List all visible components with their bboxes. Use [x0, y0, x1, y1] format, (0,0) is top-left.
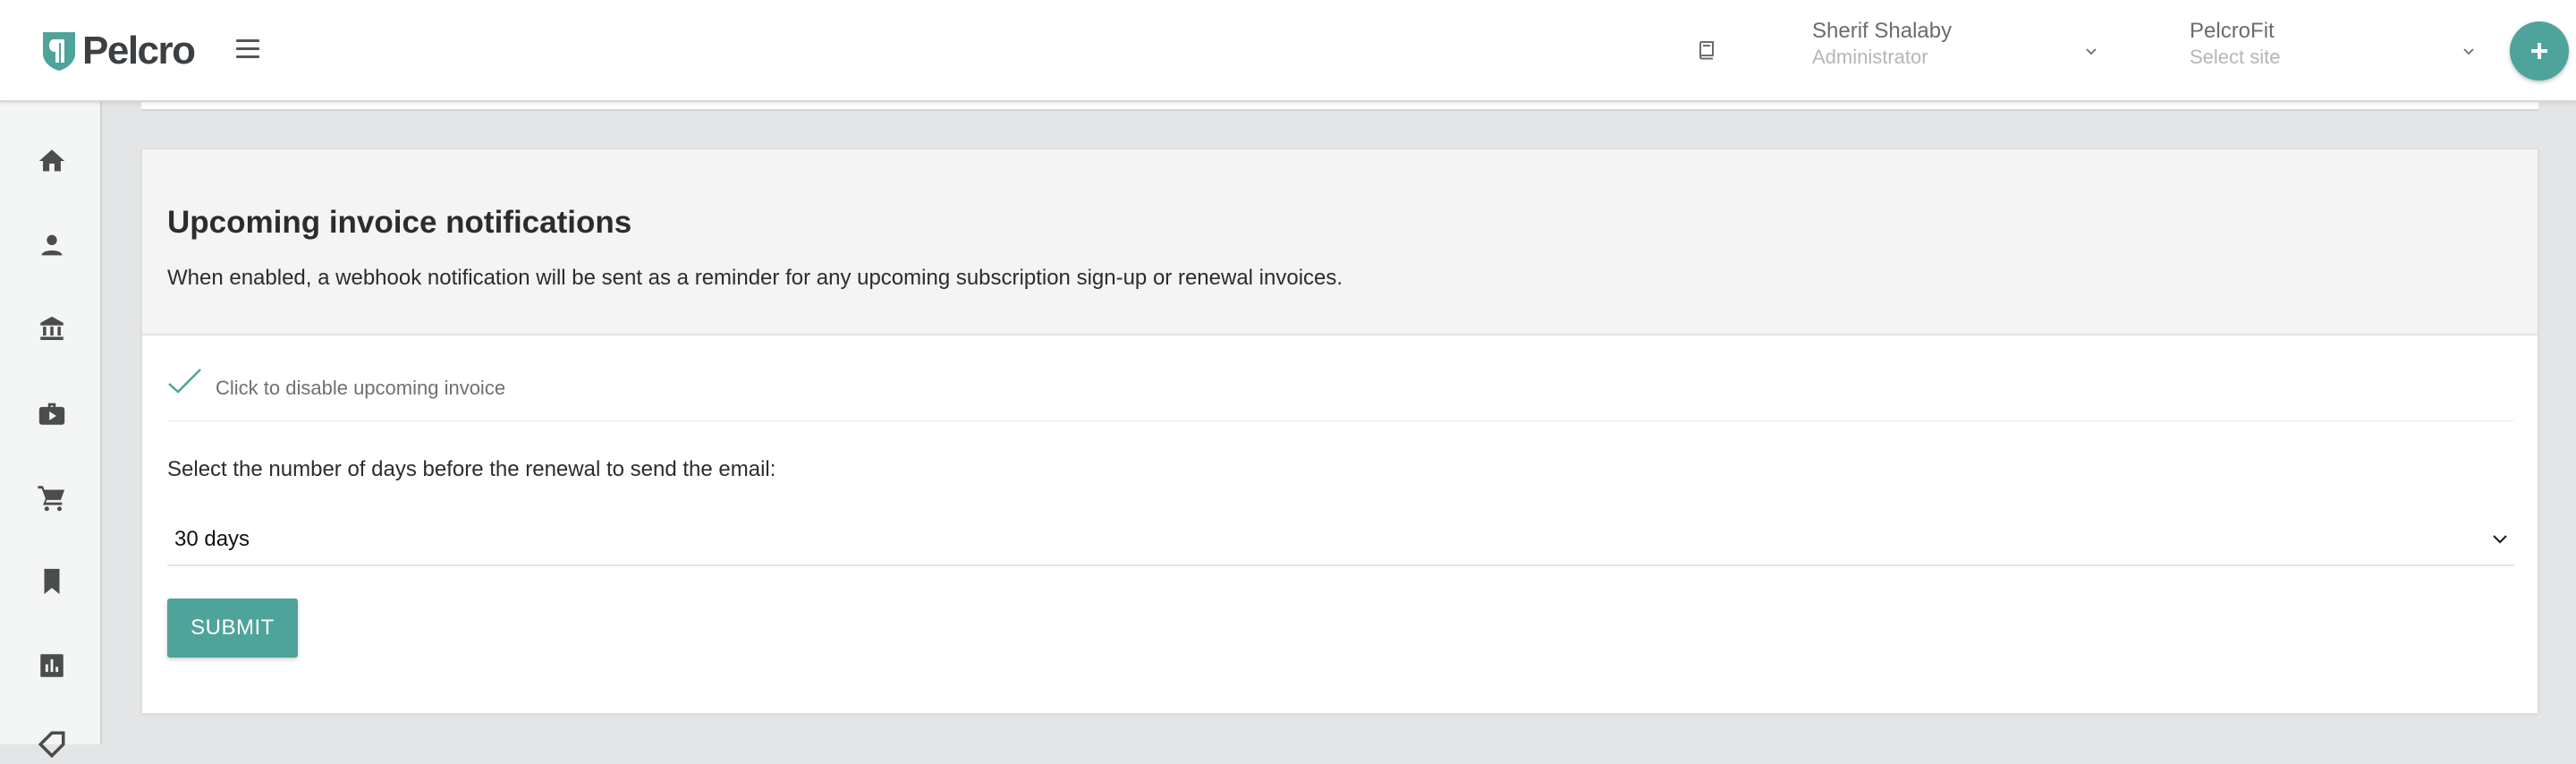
- chevron-down-icon: [2463, 48, 2474, 55]
- sidebar-item-reports[interactable]: [32, 646, 72, 685]
- plus-icon: [2531, 43, 2547, 59]
- disable-upcoming-invoice-toggle[interactable]: Click to disable upcoming invoice: [167, 364, 2514, 421]
- sidebar-item-home[interactable]: [32, 141, 72, 181]
- site-name: PelcroFit: [2190, 19, 2275, 43]
- pelcro-logo-icon: [43, 32, 75, 71]
- bookmark-icon: [44, 568, 60, 595]
- pelcro-logo[interactable]: Pelcro: [41, 29, 196, 73]
- chart-icon: [40, 654, 64, 677]
- upcoming-invoice-card: Upcoming invoice notifications When enab…: [141, 149, 2538, 714]
- sidebar-item-tags[interactable]: [32, 725, 72, 764]
- card-header: Upcoming invoice notifications When enab…: [142, 149, 2538, 335]
- card-description: When enabled, a webhook notification wil…: [167, 266, 1343, 290]
- sidebar-item-finance[interactable]: [32, 310, 72, 349]
- chevron-down-icon: [2086, 48, 2097, 55]
- chevron-down-icon: [2493, 535, 2507, 544]
- checkmark-icon: [168, 369, 201, 394]
- user-role: Administrator: [1812, 46, 1928, 68]
- bank-icon: [40, 316, 64, 341]
- person-icon: [41, 234, 63, 256]
- submit-button[interactable]: SUBMIT: [167, 598, 298, 658]
- user-name: Sherif Shalaby: [1812, 19, 1953, 43]
- user-menu[interactable]: Sherif Shalaby Administrator: [1812, 18, 2098, 72]
- site-placeholder: Select site: [2190, 46, 2281, 68]
- cart-icon: [38, 486, 65, 512]
- book-icon[interactable]: [1696, 39, 1717, 61]
- toggle-label: Click to disable upcoming invoice: [216, 377, 506, 399]
- brand-name: Pelcro: [82, 29, 196, 72]
- top-bar: Pelcro Sherif Shalaby Administrator Pelc…: [0, 0, 2576, 102]
- sidebar-item-products[interactable]: [32, 394, 72, 433]
- tag-icon: [38, 731, 65, 759]
- days-select-label: Select the number of days before the ren…: [167, 457, 776, 481]
- menu-icon[interactable]: [236, 39, 259, 59]
- days-select-value: 30 days: [174, 527, 250, 551]
- site-selector[interactable]: PelcroFit Select site: [2190, 18, 2476, 72]
- sidebar: [0, 102, 102, 759]
- sidebar-item-commerce[interactable]: [32, 478, 72, 517]
- home-icon: [38, 149, 65, 172]
- page-title: Upcoming invoice notifications: [167, 205, 632, 240]
- sidebar-item-content[interactable]: [32, 562, 72, 601]
- briefcase-play-icon: [38, 403, 65, 425]
- sidebar-item-customers[interactable]: [32, 225, 72, 265]
- days-select[interactable]: 30 days: [167, 509, 2514, 566]
- add-button[interactable]: [2510, 21, 2569, 81]
